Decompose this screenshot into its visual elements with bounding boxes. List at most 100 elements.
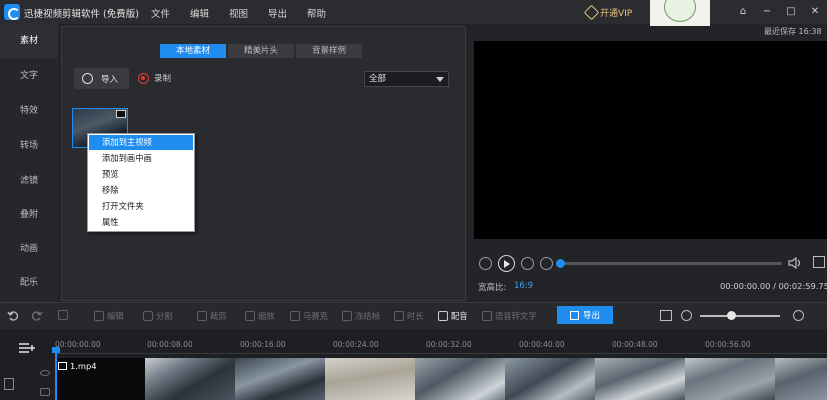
timeline-ruler[interactable] (55, 353, 827, 354)
clip-frame (685, 358, 775, 400)
redo-icon[interactable] (31, 309, 43, 321)
tab-intros[interactable]: 精美片头 (228, 44, 294, 58)
clip-frame (415, 358, 505, 400)
ruler-tick: 00:00:32.00 (426, 340, 472, 349)
sidebar-item-effects[interactable]: 特效 (0, 94, 58, 128)
video-clip-icon (58, 362, 67, 370)
forward-icon[interactable] (521, 257, 534, 270)
tab-backgrounds[interactable]: 背景样例 (296, 44, 362, 58)
maximize-icon[interactable]: □ (784, 5, 798, 19)
playhead[interactable] (55, 349, 57, 400)
volume-icon[interactable] (788, 257, 802, 269)
tool-edit[interactable]: 编辑 (94, 310, 124, 322)
undo-icon[interactable] (7, 309, 19, 321)
tab-local-media[interactable]: 本地素材 (160, 44, 226, 58)
menu-file[interactable]: 文件 (151, 6, 170, 20)
tool-freeze-frame[interactable]: 冻结帧 (342, 310, 380, 322)
tool-label: 裁剪 (210, 311, 227, 321)
tool-mosaic[interactable]: 马赛克 (290, 310, 328, 322)
context-menu: 添加到主视频 添加到画中画 预览 移除 打开文件夹 属性 (87, 133, 195, 232)
avatar[interactable] (650, 0, 710, 26)
minimize-icon[interactable]: − (760, 5, 774, 19)
vip-button[interactable]: 开通VIP (583, 4, 633, 20)
ctx-remove[interactable]: 移除 (89, 183, 193, 198)
ctx-open-folder[interactable]: 打开文件夹 (89, 199, 193, 214)
vip-label: 开通VIP (600, 8, 633, 19)
time-readout: 00:00:00.00 / 00:02:59.75 (720, 281, 827, 291)
menu-help[interactable]: 帮助 (307, 6, 326, 20)
filter-select[interactable]: 全部 (364, 71, 449, 87)
sidebar-item-filters[interactable]: 滤镜 (0, 164, 58, 198)
crop-icon (197, 311, 207, 321)
export-button[interactable]: 导出 (557, 306, 613, 324)
record-icon (138, 72, 149, 84)
clip-frame (595, 358, 685, 400)
record-label: 录制 (154, 74, 172, 84)
zoom-tool-icon (245, 311, 255, 321)
seek-handle[interactable] (556, 259, 565, 268)
clock-icon (394, 311, 404, 321)
close-icon[interactable]: ✕ (808, 5, 822, 19)
rewind-icon[interactable] (479, 257, 492, 270)
record-button[interactable]: 录制 (138, 72, 171, 84)
seek-bar[interactable] (560, 262, 782, 265)
export-icon (569, 310, 579, 320)
clip-label: 1.mp4 (58, 361, 97, 371)
home-icon[interactable]: ⌂ (736, 5, 750, 19)
zoom-in-icon[interactable] (793, 310, 804, 321)
playhead-handle[interactable] (52, 347, 60, 353)
app-logo-icon (4, 4, 20, 20)
import-label: 导入 (101, 74, 119, 85)
tool-crop[interactable]: 裁剪 (197, 310, 227, 322)
timeline-zoom-handle[interactable] (727, 311, 736, 320)
ctx-add-to-pip[interactable]: 添加到画中画 (89, 151, 193, 166)
add-track-icon[interactable] (19, 342, 35, 354)
play-icon[interactable] (498, 255, 515, 272)
tool-label: 时长 (407, 311, 424, 321)
menu-edit[interactable]: 编辑 (190, 6, 209, 20)
tool-zoom[interactable]: 缩放 (245, 310, 275, 322)
clip-frame (145, 358, 235, 400)
ruler-tick: 00:00:00.00 (55, 340, 101, 349)
fullscreen-icon[interactable] (813, 256, 825, 268)
filter-value: 全部 (369, 74, 387, 84)
zoom-out-icon[interactable] (681, 310, 692, 321)
tool-speech-to-text[interactable]: 语音转文字 (482, 310, 537, 322)
fit-screen-icon[interactable] (660, 310, 672, 321)
mosaic-icon (290, 311, 300, 321)
sidebar-item-music[interactable]: 配乐 (0, 266, 58, 300)
menu-export[interactable]: 导出 (268, 6, 287, 20)
chevron-down-icon (436, 77, 444, 82)
ctx-properties[interactable]: 属性 (89, 215, 193, 230)
sidebar-item-media[interactable]: 素材 (0, 24, 58, 58)
sidebar-item-overlay[interactable]: 叠附 (0, 198, 58, 232)
aspect-ratio-label: 宽高比: (478, 283, 507, 293)
ctx-add-to-main[interactable]: 添加到主视频 (89, 135, 193, 150)
sidebar-item-text[interactable]: 文字 (0, 59, 58, 93)
import-button[interactable]: 导入 (74, 68, 129, 89)
ctx-preview[interactable]: 预览 (89, 167, 193, 182)
import-icon (82, 73, 93, 84)
tool-duration[interactable]: 时长 (394, 310, 424, 322)
app-title: 迅捷视频剪辑软件 (免费版) (24, 9, 139, 20)
tool-split[interactable]: 分割 (143, 310, 173, 322)
timeline-zoom-slider[interactable] (700, 315, 780, 317)
ruler-tick: 00:00:24.00 (333, 340, 379, 349)
tool-label: 缩放 (258, 311, 275, 321)
clip-name: 1.mp4 (70, 361, 97, 371)
main-video-track[interactable] (55, 358, 827, 400)
ruler-tick: 00:00:56.00 (705, 340, 751, 349)
tool-label: 冻结帧 (355, 311, 380, 321)
microphone-icon (438, 311, 448, 321)
sidebar-item-animation[interactable]: 动画 (0, 232, 58, 266)
freeze-icon (342, 311, 352, 321)
speaker-icon[interactable] (40, 388, 50, 396)
tool-voiceover[interactable]: 配音 (438, 310, 468, 322)
sidebar-item-transitions[interactable]: 转场 (0, 129, 58, 163)
eye-icon[interactable] (40, 370, 50, 376)
aspect-ratio-value[interactable]: 16:9 (514, 281, 533, 291)
stop-icon[interactable] (540, 257, 553, 270)
film-icon[interactable] (4, 378, 14, 390)
menu-view[interactable]: 视图 (229, 6, 248, 20)
delete-button[interactable] (58, 310, 68, 320)
